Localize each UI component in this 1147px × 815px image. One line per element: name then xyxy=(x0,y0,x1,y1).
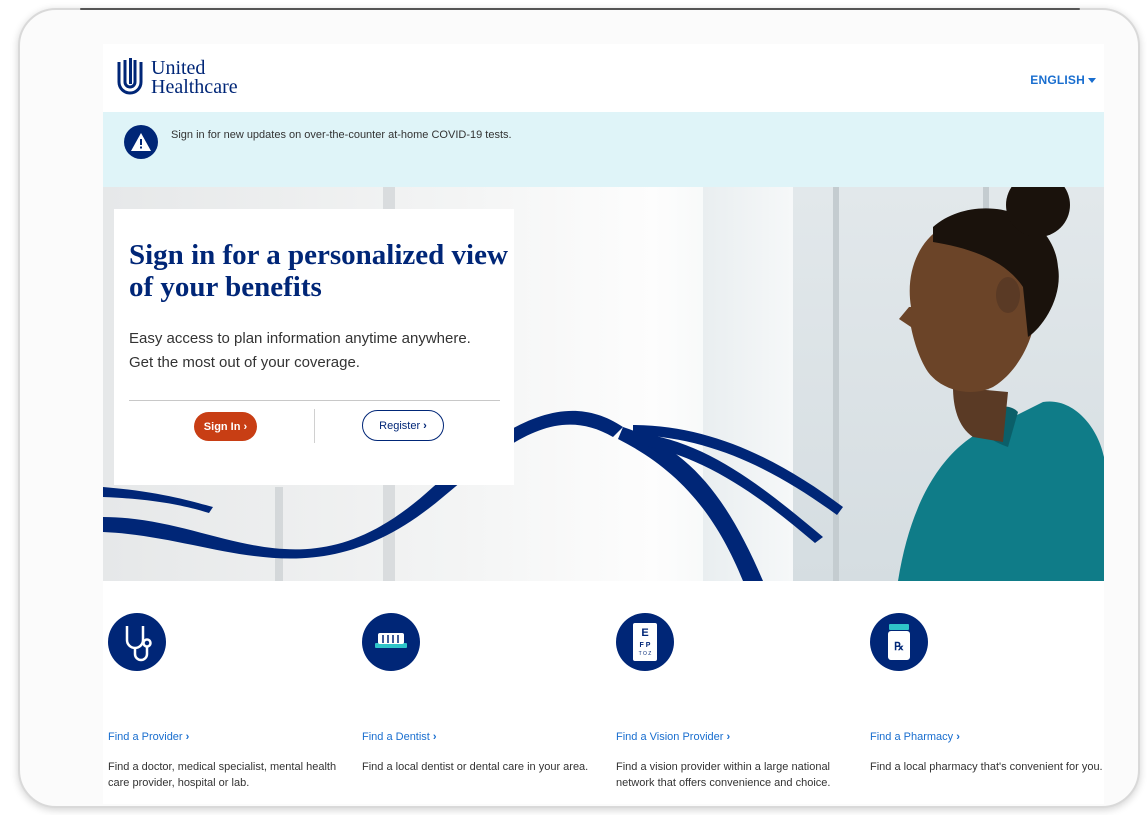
find-pharmacy-link[interactable]: Find a Pharmacy › xyxy=(870,731,1104,743)
find-vision-provider-description: Find a vision provider within a large na… xyxy=(616,761,831,789)
find-provider-label: Find a Provider xyxy=(108,731,183,743)
covid-alert-banner: Sign in for new updates on over-the-coun… xyxy=(103,112,1104,187)
button-divider xyxy=(314,409,315,443)
brand-line-2: Healthcare xyxy=(151,76,238,98)
divider xyxy=(129,400,500,401)
chevron-right-icon: › xyxy=(723,731,731,743)
browser-screen: United Healthcare ENGLISH Sign in for ne… xyxy=(103,44,1104,804)
find-pharmacy-label: Find a Pharmacy xyxy=(870,731,954,743)
find-provider-description: Find a doctor, medical specialist, menta… xyxy=(108,761,337,789)
svg-text:T O Z: T O Z xyxy=(639,651,652,657)
svg-text:E: E xyxy=(641,627,648,639)
tablet-edge xyxy=(80,8,1080,10)
warning-icon xyxy=(124,125,158,159)
pill-bottle-icon[interactable]: ℞ xyxy=(870,613,928,671)
alert-text: Sign in for new updates on over-the-coun… xyxy=(171,129,512,141)
caret-down-icon xyxy=(1088,78,1096,84)
site-header: United Healthcare ENGLISH xyxy=(103,44,1104,112)
hero-title: Sign in for a personalized view of your … xyxy=(129,239,508,303)
svg-text:F P: F P xyxy=(640,642,651,649)
hero-subtitle: Easy access to plan information anytime … xyxy=(129,327,509,375)
find-care-section: Find a Provider › Find a doctor, medical… xyxy=(103,581,1104,804)
register-label: Register xyxy=(379,419,421,432)
hero-subtitle-line-2: Get the most out of your coverage. xyxy=(129,354,360,371)
chevron-right-icon: › xyxy=(953,731,960,743)
toothbrush-icon[interactable] xyxy=(362,613,420,671)
chevron-right-icon: › xyxy=(429,731,437,743)
sign-in-button[interactable]: Sign In › xyxy=(194,412,257,441)
unitedhealthcare-logo[interactable]: United Healthcare xyxy=(117,58,238,98)
find-provider-card: Find a Provider › Find a doctor, medical… xyxy=(108,613,348,791)
chevron-right-icon: › xyxy=(240,420,248,433)
hero-section: Sign in for a personalized view of your … xyxy=(103,187,1104,581)
chevron-right-icon: › xyxy=(182,731,190,743)
svg-text:℞: ℞ xyxy=(894,641,904,653)
sign-in-label: Sign In xyxy=(203,420,241,433)
language-selector[interactable]: ENGLISH xyxy=(1030,73,1096,87)
stethoscope-icon[interactable] xyxy=(108,613,166,671)
find-vision-provider-link[interactable]: Find a Vision Provider › xyxy=(616,731,856,743)
find-pharmacy-card: ℞ Find a Pharmacy › Find a local pharmac… xyxy=(870,613,1104,775)
language-label: ENGLISH xyxy=(1030,73,1085,87)
find-pharmacy-description: Find a local pharmacy that's convenient … xyxy=(870,761,1103,773)
uhc-shield-icon xyxy=(117,58,143,95)
find-dentist-link[interactable]: Find a Dentist › xyxy=(362,731,602,743)
find-dentist-description: Find a local dentist or dental care in y… xyxy=(362,761,589,773)
chevron-right-icon: › xyxy=(420,419,427,432)
brand-name: United Healthcare xyxy=(151,58,238,98)
find-provider-link[interactable]: Find a Provider › xyxy=(108,731,348,743)
eye-chart-icon[interactable]: E F P T O Z xyxy=(616,613,674,671)
hero-subtitle-line-1: Easy access to plan information anytime … xyxy=(129,330,471,347)
woman-portrait-image xyxy=(898,187,1104,581)
find-dentist-label: Find a Dentist xyxy=(362,731,430,743)
find-vision-provider-label: Find a Vision Provider xyxy=(616,731,724,743)
sign-in-card: Sign in for a personalized view of your … xyxy=(114,209,514,485)
find-vision-provider-card: E F P T O Z Find a Vision Provider › Fin… xyxy=(616,613,856,791)
register-button[interactable]: Register › xyxy=(362,410,444,441)
find-dentist-card: Find a Dentist › Find a local dentist or… xyxy=(362,613,602,775)
